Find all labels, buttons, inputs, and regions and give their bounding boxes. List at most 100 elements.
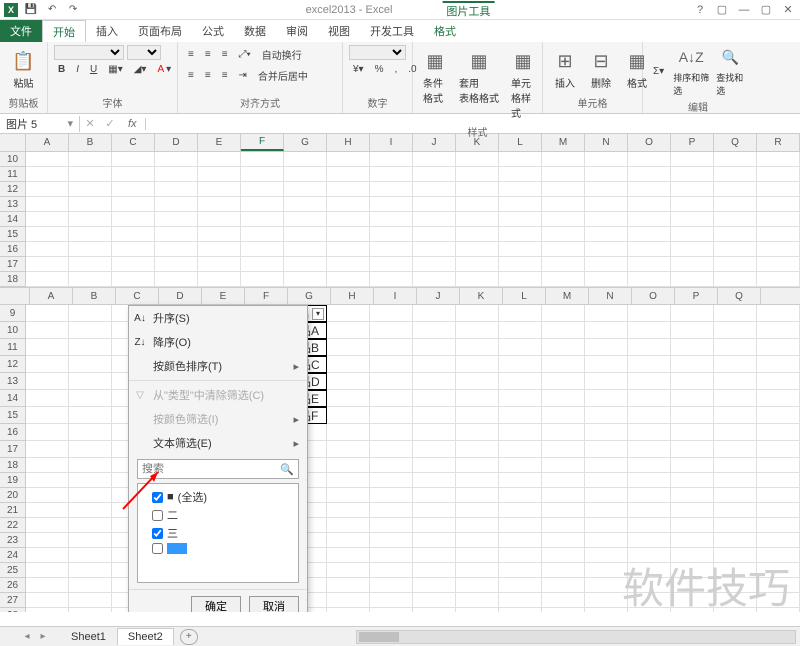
- cell[interactable]: [327, 197, 370, 212]
- cell[interactable]: [671, 373, 714, 390]
- cell[interactable]: [542, 167, 585, 182]
- cell[interactable]: [542, 197, 585, 212]
- cell[interactable]: [585, 593, 628, 608]
- cell[interactable]: [241, 212, 284, 227]
- cancel-formula-icon[interactable]: ✕: [80, 117, 100, 130]
- cell[interactable]: [585, 356, 628, 373]
- sheet-nav-prev[interactable]: ◂: [20, 631, 34, 642]
- cell[interactable]: [26, 473, 69, 488]
- cell[interactable]: [628, 305, 671, 322]
- cell[interactable]: [585, 197, 628, 212]
- cell[interactable]: [671, 488, 714, 503]
- cell[interactable]: [69, 339, 112, 356]
- cell[interactable]: [327, 212, 370, 227]
- cell[interactable]: [69, 593, 112, 608]
- cell[interactable]: [542, 257, 585, 272]
- column-header[interactable]: P: [675, 288, 718, 304]
- filter-ok-button[interactable]: 确定: [191, 596, 241, 612]
- cell[interactable]: [714, 182, 757, 197]
- cell[interactable]: [714, 488, 757, 503]
- cell[interactable]: [628, 533, 671, 548]
- cell[interactable]: [542, 339, 585, 356]
- cell[interactable]: [327, 227, 370, 242]
- cell[interactable]: [542, 407, 585, 424]
- cell[interactable]: [370, 578, 413, 593]
- sort-ascending-item[interactable]: A↓升序(S): [129, 306, 307, 330]
- cell[interactable]: [327, 305, 370, 322]
- cell[interactable]: [671, 518, 714, 533]
- cell[interactable]: [542, 305, 585, 322]
- cell[interactable]: [671, 503, 714, 518]
- cell[interactable]: [628, 373, 671, 390]
- cell[interactable]: [241, 227, 284, 242]
- cell[interactable]: [26, 548, 69, 563]
- row-header[interactable]: 25: [0, 563, 26, 578]
- redo-button[interactable]: ↷: [64, 1, 82, 19]
- cell[interactable]: [370, 257, 413, 272]
- column-header[interactable]: H: [331, 288, 374, 304]
- cell[interactable]: [327, 182, 370, 197]
- cell[interactable]: [69, 407, 112, 424]
- cell[interactable]: [671, 533, 714, 548]
- cell[interactable]: [26, 242, 69, 257]
- worksheet-grid[interactable]: 101112131415161718ABCDEFGHIJKLMNOPQ9序号▾类…: [0, 152, 800, 612]
- cell[interactable]: [499, 503, 542, 518]
- cell[interactable]: [628, 441, 671, 458]
- cell[interactable]: [413, 441, 456, 458]
- scrollbar-thumb[interactable]: [359, 632, 399, 642]
- cell[interactable]: [413, 424, 456, 441]
- cell[interactable]: [628, 197, 671, 212]
- tab-data[interactable]: 数据: [234, 20, 276, 42]
- filter-option-all[interactable]: ■(全选): [140, 488, 296, 506]
- align-center-button[interactable]: ≡: [201, 68, 215, 83]
- cell[interactable]: [714, 563, 757, 578]
- row-header[interactable]: 19: [0, 473, 26, 488]
- cell[interactable]: [69, 167, 112, 182]
- cell[interactable]: [198, 257, 241, 272]
- cell[interactable]: [69, 182, 112, 197]
- cell[interactable]: [370, 608, 413, 612]
- row-header[interactable]: 15: [0, 407, 26, 424]
- cell[interactable]: [757, 441, 800, 458]
- cell[interactable]: [542, 563, 585, 578]
- cell[interactable]: [284, 212, 327, 227]
- cell[interactable]: [456, 458, 499, 473]
- cell[interactable]: [112, 272, 155, 287]
- cell[interactable]: [542, 227, 585, 242]
- cell[interactable]: [456, 390, 499, 407]
- cell[interactable]: [456, 441, 499, 458]
- row-header[interactable]: 24: [0, 548, 26, 563]
- cell[interactable]: [714, 227, 757, 242]
- cell[interactable]: [327, 593, 370, 608]
- cell[interactable]: [671, 473, 714, 488]
- cell[interactable]: [499, 578, 542, 593]
- cell[interactable]: [26, 533, 69, 548]
- cell[interactable]: [69, 608, 112, 612]
- cell[interactable]: [26, 182, 69, 197]
- orientation-button[interactable]: ⤢▾: [235, 47, 255, 62]
- cell[interactable]: [499, 339, 542, 356]
- cell[interactable]: [284, 272, 327, 287]
- cell[interactable]: [671, 305, 714, 322]
- cell[interactable]: [757, 488, 800, 503]
- cell[interactable]: [284, 182, 327, 197]
- cell[interactable]: [714, 407, 757, 424]
- column-header[interactable]: D: [159, 288, 202, 304]
- cell[interactable]: [628, 608, 671, 612]
- cell[interactable]: [628, 152, 671, 167]
- cell[interactable]: [327, 390, 370, 407]
- cell[interactable]: [456, 257, 499, 272]
- row-header[interactable]: 15: [0, 227, 26, 242]
- cell[interactable]: [456, 212, 499, 227]
- cell[interactable]: [628, 390, 671, 407]
- cell[interactable]: [198, 152, 241, 167]
- cell[interactable]: [413, 182, 456, 197]
- cell[interactable]: [370, 593, 413, 608]
- cell[interactable]: [69, 503, 112, 518]
- cell[interactable]: [155, 152, 198, 167]
- cell[interactable]: [413, 390, 456, 407]
- cell[interactable]: [714, 518, 757, 533]
- cell[interactable]: [413, 227, 456, 242]
- cell[interactable]: [327, 322, 370, 339]
- cell[interactable]: [585, 257, 628, 272]
